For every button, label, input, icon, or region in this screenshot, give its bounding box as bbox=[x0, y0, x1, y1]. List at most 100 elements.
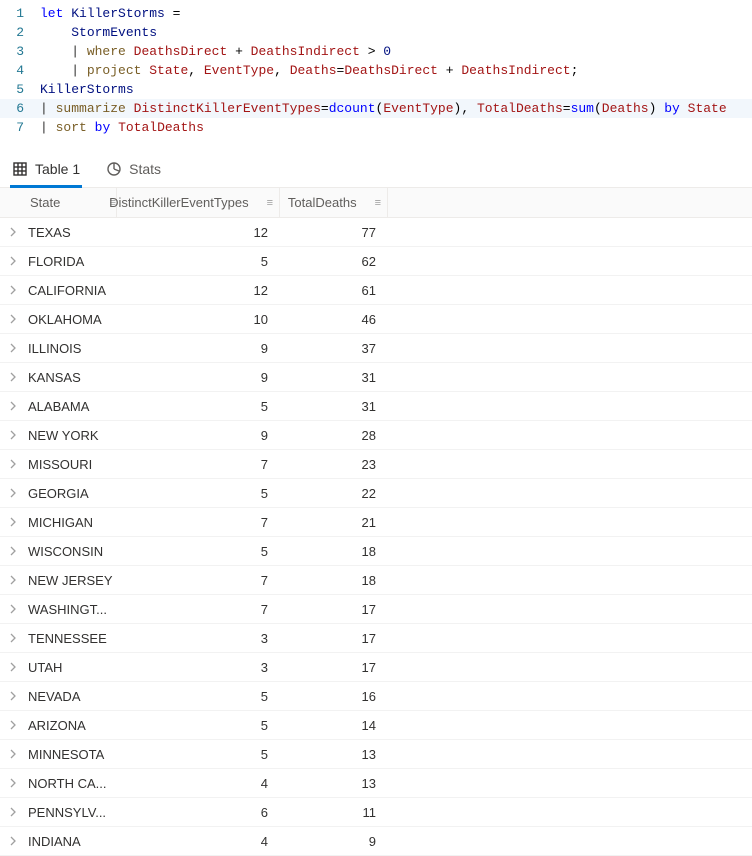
table-row[interactable]: INDIANA49 bbox=[0, 827, 752, 856]
cell-total-deaths: 21 bbox=[280, 515, 388, 530]
table-row[interactable]: TENNESSEE317 bbox=[0, 624, 752, 653]
cell-total-deaths: 31 bbox=[280, 399, 388, 414]
row-expand-chevron-icon[interactable] bbox=[0, 517, 26, 527]
code-line[interactable]: 7| sort by TotalDeaths bbox=[0, 118, 752, 137]
table-row[interactable]: PENNSYLV...611 bbox=[0, 798, 752, 827]
column-menu-icon[interactable]: ≡ bbox=[369, 197, 381, 209]
table-row[interactable]: WASHINGT...717 bbox=[0, 595, 752, 624]
cell-distinct-types: 5 bbox=[117, 747, 280, 762]
row-expand-chevron-icon[interactable] bbox=[0, 343, 26, 353]
cell-state: MICHIGAN bbox=[26, 515, 117, 530]
code-content[interactable]: | where DeathsDirect + DeathsIndirect > … bbox=[40, 42, 752, 61]
table-row[interactable]: NEVADA516 bbox=[0, 682, 752, 711]
row-expand-chevron-icon[interactable] bbox=[0, 227, 26, 237]
code-content[interactable]: | summarize DistinctKillerEventTypes=dco… bbox=[40, 99, 752, 118]
code-content[interactable]: | sort by TotalDeaths bbox=[40, 118, 752, 137]
cell-total-deaths: 17 bbox=[280, 660, 388, 675]
line-number: 7 bbox=[0, 118, 40, 137]
row-expand-chevron-icon[interactable] bbox=[0, 604, 26, 614]
code-content[interactable]: KillerStorms bbox=[40, 80, 752, 99]
table-row[interactable]: NEW YORK928 bbox=[0, 421, 752, 450]
cell-total-deaths: 28 bbox=[280, 428, 388, 443]
tab-table[interactable]: Table 1 bbox=[10, 151, 82, 188]
code-content[interactable]: | project State, EventType, Deaths=Death… bbox=[40, 61, 752, 80]
cell-distinct-types: 3 bbox=[117, 660, 280, 675]
row-expand-chevron-icon[interactable] bbox=[0, 314, 26, 324]
row-expand-chevron-icon[interactable] bbox=[0, 459, 26, 469]
cell-distinct-types: 10 bbox=[117, 312, 280, 327]
table-row[interactable]: ILLINOIS937 bbox=[0, 334, 752, 363]
table-row[interactable]: TEXAS1277 bbox=[0, 218, 752, 247]
row-expand-chevron-icon[interactable] bbox=[0, 633, 26, 643]
column-header-types[interactable]: DistinctKillerEventTypes ≡ bbox=[117, 188, 280, 217]
table-row[interactable]: ALABAMA531 bbox=[0, 392, 752, 421]
code-line[interactable]: 3 | where DeathsDirect + DeathsIndirect … bbox=[0, 42, 752, 61]
table-row[interactable]: MICHIGAN721 bbox=[0, 508, 752, 537]
code-line[interactable]: 5KillerStorms bbox=[0, 80, 752, 99]
column-menu-icon[interactable]: ≡ bbox=[261, 197, 273, 209]
table-row[interactable]: ARIZONA514 bbox=[0, 711, 752, 740]
results-grid: State ≡ DistinctKillerEventTypes ≡ Total… bbox=[0, 188, 752, 856]
cell-state: ARIZONA bbox=[26, 718, 117, 733]
table-row[interactable]: MISSOURI723 bbox=[0, 450, 752, 479]
tab-stats[interactable]: Stats bbox=[104, 151, 163, 188]
column-header-deaths[interactable]: TotalDeaths ≡ bbox=[280, 188, 388, 217]
cell-distinct-types: 4 bbox=[117, 776, 280, 791]
row-expand-chevron-icon[interactable] bbox=[0, 720, 26, 730]
cell-distinct-types: 4 bbox=[117, 834, 280, 849]
cell-state: NEVADA bbox=[26, 689, 117, 704]
code-content[interactable]: let KillerStorms = bbox=[40, 4, 752, 23]
table-row[interactable]: FLORIDA562 bbox=[0, 247, 752, 276]
query-editor[interactable]: 1let KillerStorms =2 StormEvents3 | wher… bbox=[0, 0, 752, 145]
column-header-deaths-label: TotalDeaths bbox=[288, 195, 357, 210]
row-expand-chevron-icon[interactable] bbox=[0, 372, 26, 382]
row-expand-chevron-icon[interactable] bbox=[0, 401, 26, 411]
cell-state: MISSOURI bbox=[26, 457, 117, 472]
row-expand-chevron-icon[interactable] bbox=[0, 256, 26, 266]
row-expand-chevron-icon[interactable] bbox=[0, 546, 26, 556]
code-line[interactable]: 2 StormEvents bbox=[0, 23, 752, 42]
column-header-state[interactable]: State ≡ bbox=[26, 188, 117, 217]
code-line[interactable]: 4 | project State, EventType, Deaths=Dea… bbox=[0, 61, 752, 80]
row-expand-chevron-icon[interactable] bbox=[0, 575, 26, 585]
cell-total-deaths: 77 bbox=[280, 225, 388, 240]
code-content[interactable]: StormEvents bbox=[40, 23, 752, 42]
cell-distinct-types: 9 bbox=[117, 428, 280, 443]
result-tabs: Table 1 Stats bbox=[0, 151, 752, 188]
cell-total-deaths: 9 bbox=[280, 834, 388, 849]
cell-state: OKLAHOMA bbox=[26, 312, 117, 327]
cell-state: ILLINOIS bbox=[26, 341, 117, 356]
row-expand-chevron-icon[interactable] bbox=[0, 285, 26, 295]
row-expand-chevron-icon[interactable] bbox=[0, 836, 26, 846]
cell-distinct-types: 3 bbox=[117, 631, 280, 646]
cell-state: GEORGIA bbox=[26, 486, 117, 501]
cell-total-deaths: 13 bbox=[280, 776, 388, 791]
row-expand-chevron-icon[interactable] bbox=[0, 430, 26, 440]
cell-state: INDIANA bbox=[26, 834, 117, 849]
code-line[interactable]: 6| summarize DistinctKillerEventTypes=dc… bbox=[0, 99, 752, 118]
table-row[interactable]: CALIFORNIA1261 bbox=[0, 276, 752, 305]
cell-total-deaths: 62 bbox=[280, 254, 388, 269]
row-expand-chevron-icon[interactable] bbox=[0, 488, 26, 498]
cell-distinct-types: 9 bbox=[117, 341, 280, 356]
table-row[interactable]: OKLAHOMA1046 bbox=[0, 305, 752, 334]
table-row[interactable]: GEORGIA522 bbox=[0, 479, 752, 508]
line-number: 5 bbox=[0, 80, 40, 99]
row-expand-chevron-icon[interactable] bbox=[0, 807, 26, 817]
row-expand-chevron-icon[interactable] bbox=[0, 778, 26, 788]
row-expand-chevron-icon[interactable] bbox=[0, 749, 26, 759]
table-row[interactable]: WISCONSIN518 bbox=[0, 537, 752, 566]
table-row[interactable]: MINNESOTA513 bbox=[0, 740, 752, 769]
code-line[interactable]: 1let KillerStorms = bbox=[0, 4, 752, 23]
table-row[interactable]: NORTH CA...413 bbox=[0, 769, 752, 798]
cell-state: UTAH bbox=[26, 660, 117, 675]
table-row[interactable]: KANSAS931 bbox=[0, 363, 752, 392]
cell-distinct-types: 5 bbox=[117, 399, 280, 414]
table-row[interactable]: UTAH317 bbox=[0, 653, 752, 682]
line-number: 3 bbox=[0, 42, 40, 61]
row-expand-chevron-icon[interactable] bbox=[0, 662, 26, 672]
row-expand-chevron-icon[interactable] bbox=[0, 691, 26, 701]
tab-table-label: Table 1 bbox=[35, 161, 80, 177]
table-row[interactable]: NEW JERSEY718 bbox=[0, 566, 752, 595]
cell-total-deaths: 31 bbox=[280, 370, 388, 385]
